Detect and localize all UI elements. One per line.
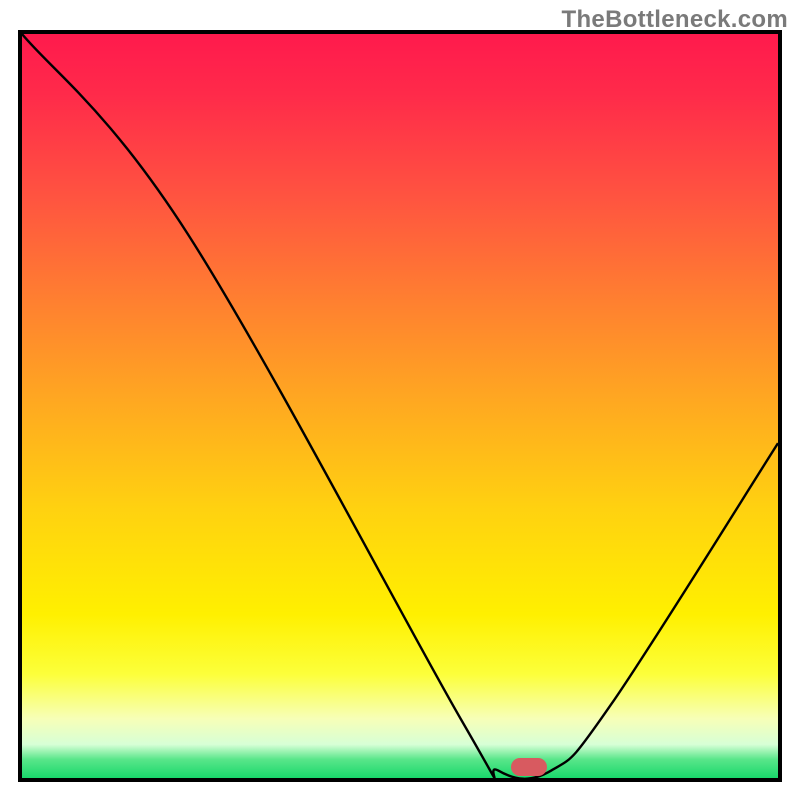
curve-path — [22, 34, 778, 778]
bottleneck-curve — [22, 34, 778, 778]
plot-frame — [18, 30, 782, 782]
optimal-marker — [511, 758, 547, 776]
chart-container: TheBottleneck.com — [0, 0, 800, 800]
